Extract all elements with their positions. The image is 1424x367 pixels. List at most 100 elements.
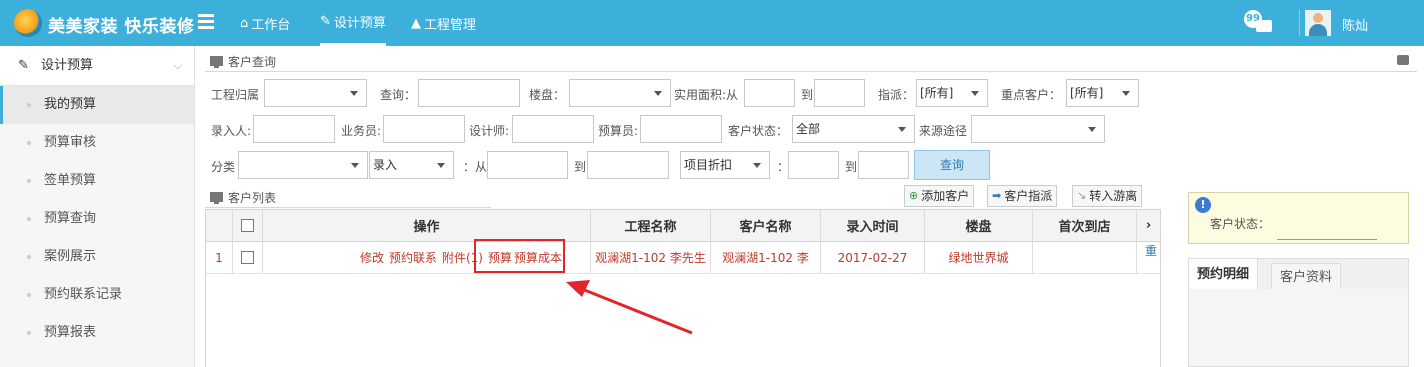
first-visit-cell: [1033, 242, 1137, 273]
nav-project-mgmt-label: 工程管理: [424, 17, 477, 33]
area-to-label: 到: [801, 88, 814, 102]
column-header: 楼盘: [925, 210, 1033, 241]
area-to-input[interactable]: [814, 79, 865, 107]
sidebar: ✎ 设计预算 ⌵ 我的预算 预算审核 签单预算 预算查询 案例展示 预约联系记录…: [0, 46, 195, 367]
avatar[interactable]: [1305, 10, 1331, 36]
query-button[interactable]: 查询: [914, 150, 990, 180]
header-divider: [1299, 10, 1300, 36]
appointment-link[interactable]: 预约联系: [389, 249, 437, 266]
assign-select-value: [所有]: [920, 86, 954, 100]
transfer-wander-button[interactable]: ↘ 转入游离: [1072, 185, 1143, 207]
truncated-link[interactable]: 重: [1145, 242, 1157, 259]
date-to-input[interactable]: [587, 151, 669, 179]
arrow-right-icon: ➡: [992, 189, 1002, 202]
add-customer-button[interactable]: ⊕ 添加客户: [904, 185, 975, 207]
entry-person-input[interactable]: [253, 115, 335, 143]
estate-select[interactable]: [569, 79, 671, 107]
add-customer-label: 添加客户: [921, 189, 970, 203]
detail-panel-body: [1188, 289, 1409, 367]
sidebar-item-label: 预算查询: [44, 211, 97, 226]
nav-design-budget[interactable]: ✎ 设计预算: [320, 0, 386, 46]
table-row[interactable]: 1 修改 预约联系 附件(1) 预算 预算成本 观澜湖1-102 李先生 观澜湖…: [206, 242, 1160, 274]
discount-to-input[interactable]: [858, 151, 909, 179]
customer-status-value: 全部: [796, 122, 821, 136]
customer-name-cell: 观澜湖1-102 李: [711, 242, 821, 273]
column-header: 工程名称: [591, 210, 711, 241]
sidebar-item-budget-query[interactable]: 预算查询: [0, 200, 194, 238]
date-to-label: 到: [574, 160, 587, 174]
sidebar-item-label: 案例展示: [44, 249, 97, 264]
menu-toggle-icon[interactable]: [198, 14, 214, 29]
sidebar-item-signed-budget[interactable]: 签单预算: [0, 162, 194, 200]
table-header: 操作 工程名称 客户名称 录入时间 楼盘 首次到店 ›: [206, 210, 1160, 242]
nav-workbench[interactable]: ⌂ 工作台: [240, 0, 290, 46]
detail-tabs: 预约明细 客户资料: [1188, 258, 1409, 290]
source-label: 来源途径: [919, 124, 968, 138]
assign-customer-button[interactable]: ➡ 客户指派: [987, 185, 1058, 207]
tab-appointment-detail[interactable]: 预约明细: [1189, 259, 1259, 290]
key-customer-label: 重点客户：: [1001, 88, 1062, 102]
date-from-input[interactable]: [487, 151, 568, 179]
graduation-cap-icon: ▲: [411, 15, 421, 31]
assign-customer-label: 客户指派: [1004, 189, 1053, 203]
logo-icon: [14, 7, 44, 39]
discount-from-input[interactable]: [788, 151, 839, 179]
estate-cell: 绿地世界城: [925, 242, 1033, 273]
customer-status-label: 客户状态：: [728, 124, 789, 138]
salesman-input[interactable]: [383, 115, 465, 143]
nav-design-budget-label: 设计预算: [333, 16, 386, 31]
designer-input[interactable]: [512, 115, 594, 143]
discount-select[interactable]: 项目折扣: [680, 151, 770, 179]
edit-link[interactable]: 修改: [360, 249, 384, 266]
annotation-arrow-icon: [566, 280, 693, 335]
entry-type-value: 录入: [373, 158, 398, 172]
designer-label: 设计师:: [469, 124, 510, 138]
customer-status-panel-label: 客户状态：: [1210, 217, 1271, 231]
user-name[interactable]: 陈灿: [1342, 15, 1368, 34]
row-index: 1: [206, 242, 233, 273]
assign-label: 指派：: [878, 88, 915, 102]
monitor-icon: [210, 56, 223, 68]
nav-project-mgmt[interactable]: ▲ 工程管理: [411, 0, 476, 46]
discount-select-value: 项目折扣: [684, 158, 733, 172]
sidebar-section-design-budget[interactable]: ✎ 设计预算 ⌵: [0, 46, 194, 86]
tab-customer-info[interactable]: 客户资料: [1271, 263, 1342, 290]
project-owner-label: 工程归属: [211, 88, 260, 102]
discount-to-label: 到: [845, 160, 858, 174]
messages-button[interactable]: 99: [1244, 10, 1276, 36]
list-section-title: 客户列表: [210, 186, 276, 208]
monitor-icon: [210, 192, 223, 204]
project-name-cell: 观澜湖1-102 李先生: [591, 242, 711, 273]
key-customer-select[interactable]: [所有]: [1066, 79, 1139, 107]
area-from-input[interactable]: [744, 79, 795, 107]
edit-icon: ✎: [18, 58, 29, 73]
search-label: 查询：: [380, 88, 417, 102]
collapse-icon[interactable]: [1397, 55, 1409, 65]
sidebar-section-label: 设计预算: [41, 58, 94, 73]
entry-type-select[interactable]: 录入: [369, 151, 454, 179]
sidebar-item-label: 预约联系记录: [44, 287, 123, 302]
select-all-checkbox[interactable]: [233, 210, 263, 241]
column-header: 首次到店: [1033, 210, 1137, 241]
budgeter-input[interactable]: [640, 115, 722, 143]
sidebar-item-label: 预算审核: [44, 135, 97, 150]
column-header: 客户名称: [711, 210, 821, 241]
sidebar-item-case-showcase[interactable]: 案例展示: [0, 238, 194, 276]
customer-status-select[interactable]: 全部: [792, 115, 915, 143]
brand-title: 美美家装 快乐装修: [48, 17, 195, 37]
source-select[interactable]: [971, 115, 1105, 143]
index-header: [206, 210, 233, 241]
sidebar-item-label: 签单预算: [44, 173, 97, 188]
category-select[interactable]: [238, 151, 368, 179]
sidebar-item-label: 我的预算: [44, 97, 97, 112]
project-owner-select[interactable]: [264, 79, 367, 107]
sidebar-item-appointment-records[interactable]: 预约联系记录: [0, 276, 194, 314]
sidebar-item-budget-review[interactable]: 预算审核: [0, 124, 194, 162]
divider: [205, 207, 491, 208]
sidebar-item-budget-report[interactable]: 预算报表: [0, 314, 194, 352]
sidebar-item-my-budget[interactable]: 我的预算: [0, 86, 194, 124]
search-input[interactable]: [418, 79, 520, 107]
row-checkbox[interactable]: [233, 242, 263, 273]
assign-select[interactable]: [所有]: [916, 79, 988, 107]
query-section-label: 客户查询: [228, 54, 277, 69]
